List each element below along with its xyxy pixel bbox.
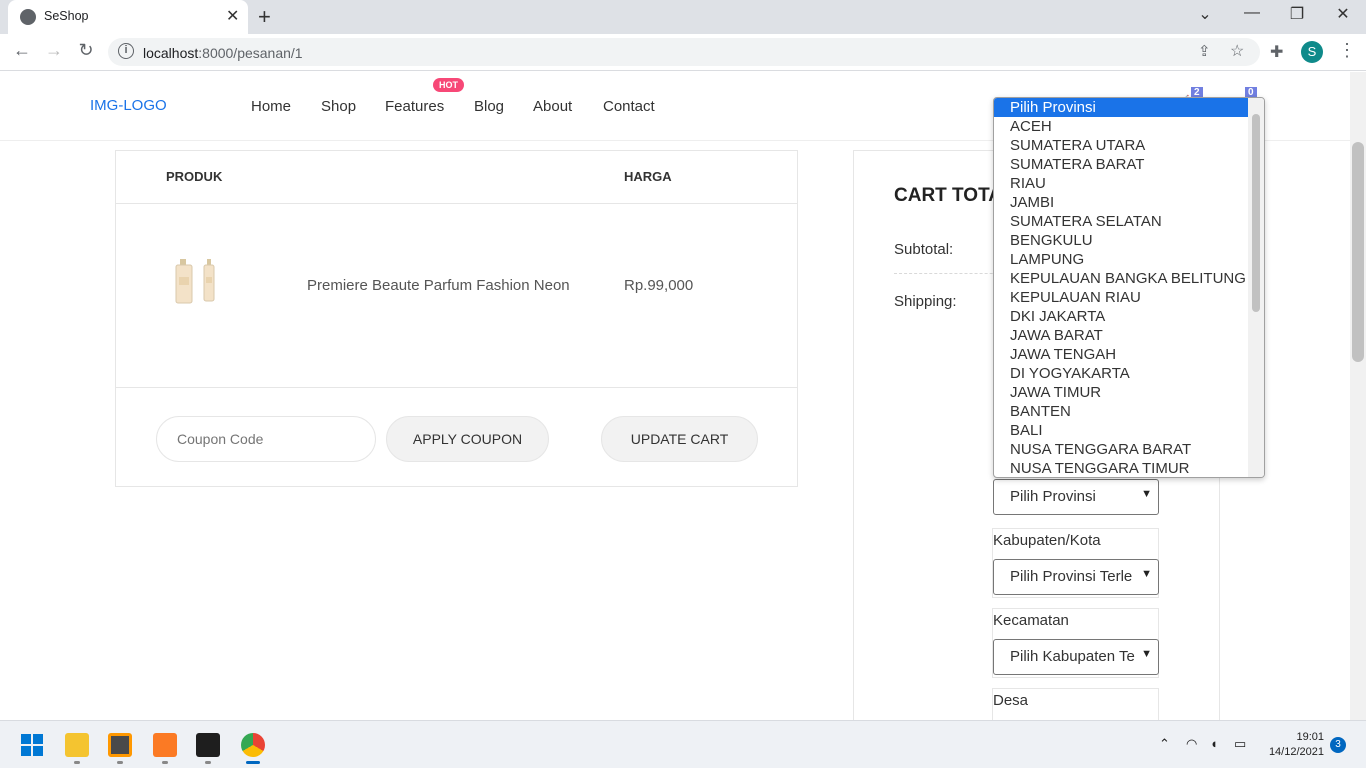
- browser-tab[interactable]: SeShop ✕: [8, 0, 248, 34]
- windows-start-icon[interactable]: [21, 734, 43, 756]
- nav-contact[interactable]: Contact: [603, 98, 655, 115]
- kabupaten-label: Kabupaten/Kota: [993, 532, 1101, 549]
- scrollbar-thumb[interactable]: [1352, 142, 1364, 362]
- minimize-button[interactable]: —: [1240, 4, 1264, 22]
- forward-icon[interactable]: →: [42, 40, 66, 61]
- browser-menu-icon[interactable]: ⋮: [1338, 40, 1356, 61]
- provinsi-dropdown-list[interactable]: Pilih Provinsi ACEH SUMATERA UTARA SUMATERA…: [993, 97, 1265, 478]
- address-bar[interactable]: i localhost:8000/pesanan/1 ⇪ ☆: [108, 38, 1260, 66]
- reload-icon[interactable]: ↻: [74, 40, 98, 61]
- provinsi-select[interactable]: Pilih Provinsi ▼: [993, 479, 1159, 515]
- running-indicator: [74, 761, 80, 764]
- dropdown-option[interactable]: ACEH: [994, 117, 1248, 136]
- volume-icon[interactable]: ◖: [1210, 736, 1218, 751]
- subtotal-label: Subtotal:: [894, 241, 954, 258]
- divider: [116, 203, 797, 204]
- site-info-icon[interactable]: i: [118, 43, 134, 59]
- dropdown-option[interactable]: NUSA TENGGARA TIMUR: [994, 459, 1248, 477]
- chevron-down-icon: ▼: [1138, 568, 1152, 580]
- new-tab-button[interactable]: +: [258, 4, 271, 30]
- nav-blog[interactable]: Blog: [474, 98, 504, 115]
- scrollbar-thumb[interactable]: [1252, 114, 1260, 312]
- terminal-icon[interactable]: [196, 733, 220, 757]
- wifi-icon[interactable]: ◠: [1186, 736, 1197, 752]
- dropdown-option[interactable]: Pilih Provinsi: [994, 98, 1248, 117]
- bookmark-star-icon[interactable]: ☆: [1230, 41, 1244, 61]
- file-explorer-icon[interactable]: [65, 733, 89, 757]
- dropdown-option[interactable]: JAWA TENGAH: [994, 345, 1248, 364]
- taskbar: ⌃ ◠ ◖ ▭ 19:01 14/12/2021 3: [0, 720, 1366, 768]
- close-window-button[interactable]: ✕: [1331, 4, 1355, 24]
- divider: [116, 387, 797, 388]
- nav-features[interactable]: Features: [385, 98, 444, 115]
- shipping-label: Shipping:: [894, 293, 957, 310]
- battery-icon[interactable]: ▭: [1234, 736, 1246, 752]
- url-text[interactable]: localhost:8000/pesanan/1: [143, 45, 303, 61]
- column-header-product: PRODUK: [166, 169, 223, 184]
- xampp-icon[interactable]: [153, 733, 177, 757]
- product-name[interactable]: Premiere Beaute Parfum Fashion Neon: [307, 277, 570, 294]
- dropdown-option[interactable]: LAMPUNG: [994, 250, 1248, 269]
- nav-home[interactable]: Home: [251, 98, 291, 115]
- dropdown-option[interactable]: JAMBI: [994, 193, 1248, 212]
- update-cart-button[interactable]: UPDATE CART: [601, 416, 758, 462]
- cart-table: PRODUK HARGA Premiere Beaute Parfum Fash…: [115, 150, 798, 487]
- extensions-icon[interactable]: ✚: [1270, 42, 1283, 62]
- dropdown-option[interactable]: KEPULAUAN BANGKA BELITUNG: [994, 269, 1248, 288]
- chevron-down-icon: ▼: [1138, 488, 1152, 500]
- dropdown-option[interactable]: SUMATERA SELATAN: [994, 212, 1248, 231]
- desa-label: Desa: [993, 692, 1029, 709]
- globe-icon: [20, 9, 36, 25]
- dropdown-option[interactable]: BALI: [994, 421, 1248, 440]
- running-indicator: [205, 761, 211, 764]
- running-indicator: [162, 761, 168, 764]
- dropdown-option[interactable]: DI YOGYAKARTA: [994, 364, 1248, 383]
- dropdown-option[interactable]: BENGKULU: [994, 231, 1248, 250]
- tab-title: SeShop: [44, 9, 89, 23]
- nav-shop[interactable]: Shop: [321, 98, 356, 115]
- kecamatan-label: Kecamatan: [993, 612, 1069, 629]
- site-logo[interactable]: IMG-LOGO: [90, 97, 167, 114]
- dropdown-option[interactable]: JAWA BARAT: [994, 326, 1248, 345]
- product-price: Rp.99,000: [624, 277, 694, 294]
- dropdown-option[interactable]: SUMATERA BARAT: [994, 155, 1248, 174]
- chevron-up-icon[interactable]: ⌃: [1159, 736, 1170, 752]
- notification-badge[interactable]: 3: [1330, 737, 1346, 753]
- dropdown-scrollbar[interactable]: [1248, 98, 1264, 477]
- maximize-button[interactable]: ❐: [1285, 4, 1309, 24]
- dropdown-option[interactable]: BANTEN: [994, 402, 1248, 421]
- share-icon[interactable]: ⇪: [1198, 42, 1211, 60]
- apply-coupon-button[interactable]: APPLY COUPON: [386, 416, 549, 462]
- sublime-text-icon[interactable]: [108, 733, 132, 757]
- clock[interactable]: 19:01 14/12/2021: [1262, 730, 1324, 760]
- dropdown-option[interactable]: NUSA TENGGARA BARAT: [994, 440, 1248, 459]
- page-scrollbar[interactable]: [1350, 72, 1366, 720]
- kabupaten-select[interactable]: Pilih Provinsi Terle ▼: [993, 559, 1159, 595]
- dropdown-option[interactable]: RIAU: [994, 174, 1248, 193]
- profile-avatar[interactable]: S: [1301, 41, 1323, 63]
- dropdown-option[interactable]: DKI JAKARTA: [994, 307, 1248, 326]
- dropdown-option[interactable]: SUMATERA UTARA: [994, 136, 1248, 155]
- browser-tab-bar: SeShop ✕ + ⌄ — ❐ ✕: [0, 0, 1366, 34]
- product-image[interactable]: [174, 255, 220, 305]
- running-indicator: [117, 761, 123, 764]
- chrome-icon[interactable]: [241, 733, 265, 757]
- active-indicator: [246, 761, 260, 764]
- cart-totals-title: CART TOTA: [894, 185, 1003, 206]
- nav-about[interactable]: About: [533, 98, 572, 115]
- chevron-down-icon: ▼: [1138, 648, 1152, 660]
- dropdown-option[interactable]: KEPULAUAN RIAU: [994, 288, 1248, 307]
- coupon-code-input[interactable]: [156, 416, 376, 462]
- kecamatan-select[interactable]: Pilih Kabupaten Te ▼: [993, 639, 1159, 675]
- back-icon[interactable]: ←: [10, 40, 34, 61]
- column-header-price: HARGA: [624, 169, 672, 184]
- tab-search-icon[interactable]: ⌄: [1193, 4, 1217, 24]
- dropdown-option[interactable]: JAWA TIMUR: [994, 383, 1248, 402]
- browser-toolbar: ← → ↻ i localhost:8000/pesanan/1 ⇪ ☆ ✚ S…: [0, 34, 1366, 71]
- close-tab-icon[interactable]: ✕: [226, 6, 239, 26]
- hot-badge: HOT: [433, 78, 464, 92]
